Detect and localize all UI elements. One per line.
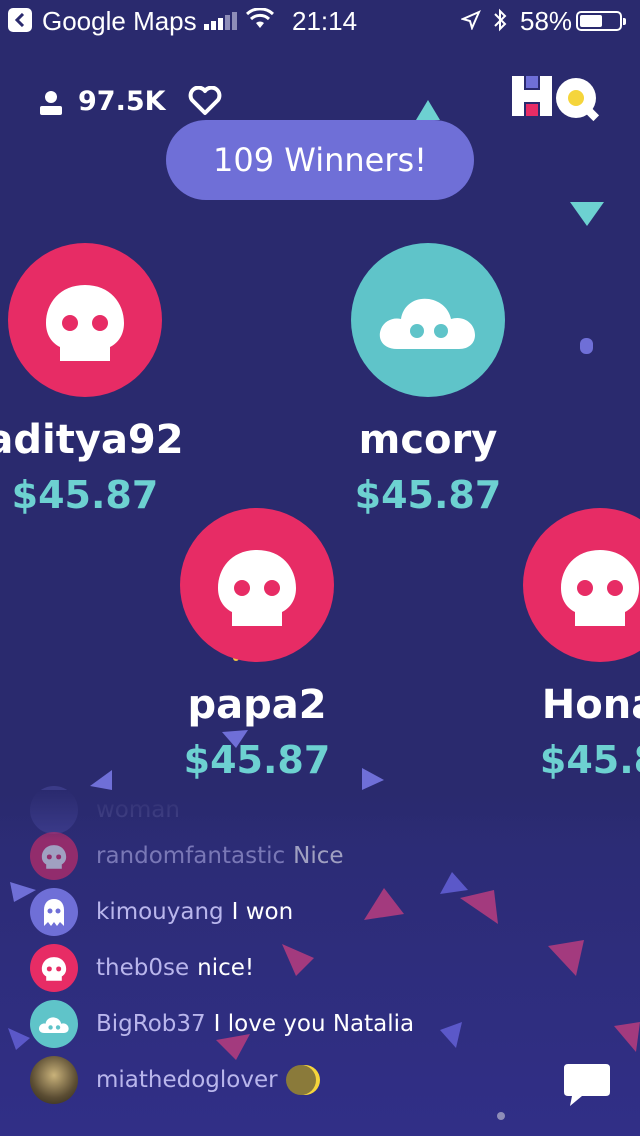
cloud-icon [38,1017,69,1034]
viewer-count-label: 97.5K [78,86,166,117]
winner-card: mcory $45.87 [268,243,588,517]
chat-message: kimouyang I won [30,888,293,936]
chat-username[interactable]: BigRob37 [96,1011,206,1037]
chat-text: I love you Natalia [213,1011,415,1037]
skull-icon [41,957,67,981]
winner-avatar [180,508,334,662]
winners-banner: 109 Winners! [166,120,474,200]
winner-name: papa2 [187,682,327,728]
chat-bubble-icon[interactable] [562,1058,612,1108]
chat-message: BigRob37 I love you Natalia [30,1000,414,1048]
chat-message: theb0se nice! [30,944,254,992]
winner-prize: $45.8 [539,738,640,782]
chat-avatar [30,944,78,992]
chat-avatar [30,888,78,936]
hq-logo [512,76,600,122]
heart-icon[interactable] [188,86,222,116]
moon-icon [285,1065,320,1095]
ghost-icon [44,899,64,926]
chat-fade [0,790,640,840]
winner-avatar [523,508,640,662]
winner-card-clip: Hona $45.8 [440,508,640,790]
chat-username[interactable]: kimouyang [96,899,224,925]
winner-card: papa2 $45.87 [97,508,417,782]
cloud-icon [379,298,475,349]
winner-name: mcory [358,417,498,463]
person-icon [40,90,62,115]
chat-text: Nice [293,843,344,869]
chat-avatar-photo [30,1056,78,1104]
chat-text: nice! [197,955,255,981]
chat-avatar [30,1000,78,1048]
chat-message: miathedoglover [30,1056,320,1104]
chat-text: I won [231,899,294,925]
winner-avatar [351,243,505,397]
winner-card: aditya92 $45.87 [0,243,245,517]
winner-name: Hona [541,682,640,728]
chat-username[interactable]: theb0se [96,955,189,981]
skull-icon [218,550,296,626]
chat-panel: woman randomfantastic Nice kimouyang I w… [0,786,640,1136]
chat-username[interactable]: miathedoglover [96,1067,278,1093]
winner-prize: $45.87 [183,738,331,782]
winner-avatar [8,243,162,397]
viewer-count: 97.5K [38,86,166,117]
skull-icon [46,285,124,361]
winner-card: Hona $45.8 [440,508,640,782]
chat-username[interactable]: randomfantastic [96,843,285,869]
skull-icon [561,550,639,626]
winner-name: aditya92 [0,417,184,463]
